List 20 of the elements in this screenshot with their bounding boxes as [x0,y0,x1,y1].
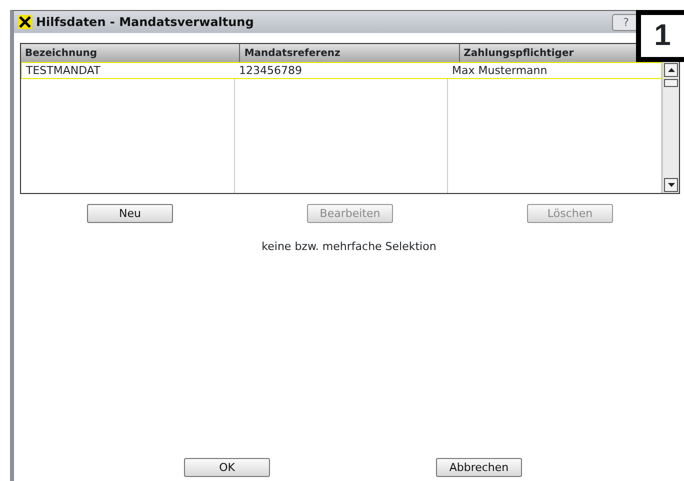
table-cell-text: 123456789 [238,63,303,78]
window-title: Hilfsdaten - Mandatsverwaltung [36,14,254,31]
scroll-thumb[interactable] [664,79,678,87]
column-header[interactable]: Bezeichnung [25,48,97,59]
table-cell-text: Max Mustermann [451,63,548,78]
column-header[interactable]: Mandatsreferenz [244,48,340,59]
action-button[interactable]: OK [184,458,270,477]
status-text: keine bzw. mehrfache Selektion [260,239,438,255]
up-arrow-icon [668,68,674,72]
scroll-up-button[interactable] [664,63,678,77]
table-cell-text: TESTMANDAT [25,63,102,78]
app-logo-icon [18,15,32,29]
scroll-down-button[interactable] [664,178,678,192]
down-arrow-icon [668,183,674,187]
scrollbar[interactable] [662,62,679,193]
action-button[interactable]: Neu [87,204,173,223]
table-row[interactable]: TESTMANDAT 123456789 Max Mustermann [21,62,662,79]
action-button[interactable]: Abbrechen [436,458,522,477]
column-header[interactable]: Zahlungspflichtiger [464,48,574,59]
callout-number: 1 [636,10,684,62]
